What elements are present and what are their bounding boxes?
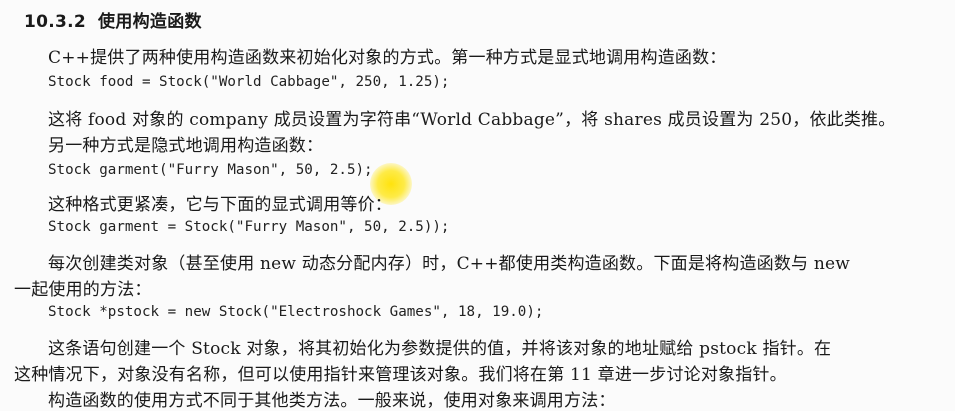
paragraph-line: 这将 food 对象的 company 成员设置为字符串“World Cabba… xyxy=(48,110,896,130)
code-line: Stock garment("Furry Mason", 50, 2.5); xyxy=(48,162,373,178)
paragraph-line: 另一种方式是隐式地调用构造函数： xyxy=(48,136,324,156)
section-number: 10.3.2 xyxy=(24,12,87,32)
section-title: 使用构造函数 xyxy=(98,12,202,32)
paragraph-line: 这种情况下，对象没有名称，但可以使用指针来管理该对象。我们将在第 11 章进一步… xyxy=(14,365,787,385)
paragraph-line: C++提供了两种使用构造函数来初始化对象的方式。第一种方式是显式地调用构造函数： xyxy=(48,48,727,68)
paragraph-line: 一起使用的方法： xyxy=(14,280,152,300)
book-page: 10.3.2 使用构造函数 C++提供了两种使用构造函数来初始化对象的方式。第一种… xyxy=(0,0,955,411)
paragraph-line: 这条语句创建一个 Stock 对象，将其初始化为参数提供的值，并将该对象的地址赋… xyxy=(48,339,832,359)
paragraph-line: 构造函数的使用方式不同于其他类方法。一般来说，使用对象来调用方法： xyxy=(48,391,616,411)
section-heading: 10.3.2 使用构造函数 xyxy=(24,7,202,32)
paragraph-line: 这种格式更紧凑，它与下面的显式调用等价： xyxy=(48,195,392,215)
code-line: Stock food = Stock("World Cabbage", 250,… xyxy=(48,74,450,90)
paragraph-line: 每次创建类对象（甚至使用 new 动态分配内存）时，C++都使用类构造函数。下面… xyxy=(48,254,851,274)
code-line: Stock *pstock = new Stock("Electroshock … xyxy=(48,304,544,320)
code-line: Stock garment = Stock("Furry Mason", 50,… xyxy=(48,219,450,235)
